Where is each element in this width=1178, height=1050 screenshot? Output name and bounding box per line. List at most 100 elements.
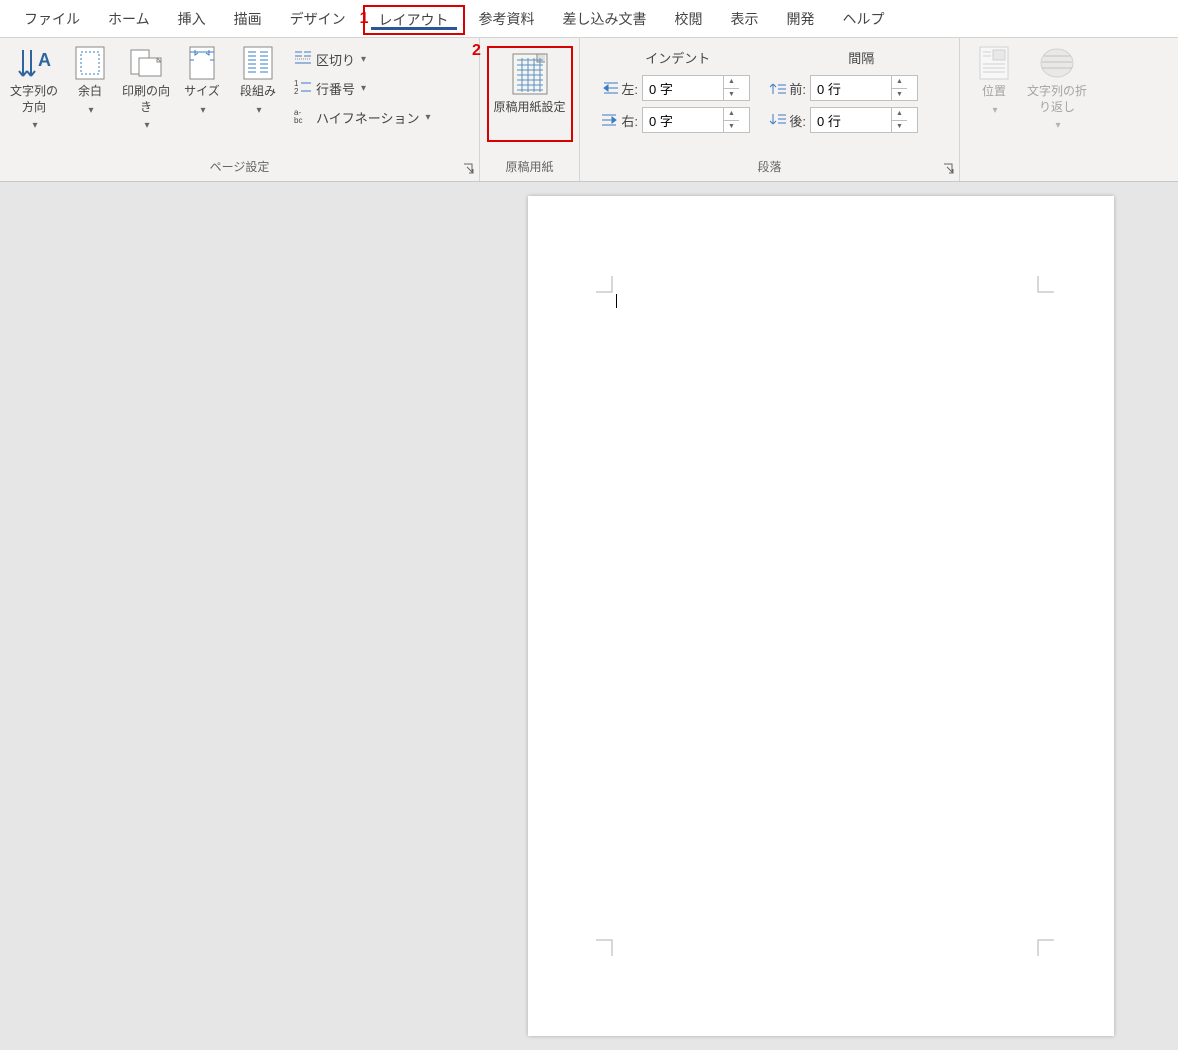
- chevron-down-icon: ▾: [144, 119, 149, 132]
- text-cursor: [616, 294, 617, 308]
- line-numbers-button[interactable]: 12 行番号 ▾: [290, 77, 435, 100]
- indent-left-label: 左:: [586, 79, 638, 98]
- tab-insert[interactable]: 挿入: [164, 0, 220, 37]
- margins-label: 余白: [78, 84, 102, 100]
- spinner-up-icon[interactable]: ▲: [724, 76, 739, 89]
- ribbon: A 文字列の方向 ▾ 余白 ▾ 印刷の向き ▾: [0, 38, 1178, 182]
- dialog-launcher-icon[interactable]: [463, 163, 475, 175]
- indent-right-field[interactable]: [643, 113, 723, 128]
- tab-design[interactable]: デザイン: [276, 0, 360, 37]
- indent-right-input[interactable]: ▲▼: [642, 107, 750, 133]
- text-direction-label: 文字列の方向: [8, 84, 60, 115]
- breaks-icon: [294, 50, 312, 69]
- spinner-up-icon[interactable]: ▲: [724, 108, 739, 121]
- spinner-down-icon[interactable]: ▼: [892, 121, 907, 133]
- indent-right-icon: [601, 113, 619, 127]
- spacing-before-icon: [769, 81, 787, 95]
- group-label-page-setup: ページ設定: [6, 154, 473, 181]
- spinner-down-icon[interactable]: ▼: [724, 89, 739, 101]
- size-button[interactable]: サイズ ▾: [174, 42, 230, 117]
- wrap-text-button: 文字列の折り返し ▾: [1022, 42, 1092, 132]
- hyphenation-button[interactable]: a-bc ハイフネーション ▾: [290, 106, 435, 129]
- tab-help[interactable]: ヘルプ: [829, 0, 899, 37]
- spacing-after-field[interactable]: [811, 113, 891, 128]
- svg-text:A: A: [38, 50, 51, 70]
- spacing-after-input[interactable]: ▲▼: [810, 107, 918, 133]
- spinner-down-icon[interactable]: ▼: [724, 121, 739, 133]
- group-label-genkou: 原稿用紙: [486, 154, 573, 181]
- indent-left-icon: [601, 81, 619, 95]
- line-numbers-icon: 12: [294, 79, 312, 98]
- orientation-button[interactable]: 印刷の向き ▾: [118, 42, 174, 132]
- spinner-down-icon[interactable]: ▼: [892, 89, 907, 101]
- tab-developer[interactable]: 開発: [773, 0, 829, 37]
- tab-file[interactable]: ファイル: [10, 0, 94, 37]
- chevron-down-icon: ▾: [256, 104, 261, 117]
- chevron-down-icon: ▾: [32, 119, 37, 132]
- chevron-down-icon: ▾: [992, 104, 997, 117]
- chevron-down-icon: ▾: [200, 104, 205, 117]
- tab-layout[interactable]: レイアウト: [363, 5, 465, 35]
- breaks-label: 区切り: [316, 50, 355, 69]
- orientation-label: 印刷の向き: [120, 84, 172, 115]
- group-page-setup: A 文字列の方向 ▾ 余白 ▾ 印刷の向き ▾: [0, 38, 480, 181]
- genkou-settings-button[interactable]: 原稿用紙設定: [487, 46, 573, 142]
- size-icon: [185, 46, 219, 80]
- spinner-up-icon[interactable]: ▲: [892, 108, 907, 121]
- line-numbers-label: 行番号: [316, 79, 355, 98]
- tab-mailings[interactable]: 差し込み文書: [549, 0, 661, 37]
- annotation-2: 2: [472, 42, 481, 60]
- wrap-text-label: 文字列の折り返し: [1024, 84, 1090, 115]
- document-page[interactable]: [528, 196, 1114, 1036]
- svg-text:bc: bc: [294, 116, 302, 124]
- indent-left-input[interactable]: ▲▼: [642, 75, 750, 101]
- orientation-icon: [129, 46, 163, 80]
- wrap-text-icon: [1040, 46, 1074, 80]
- genkou-icon: [510, 52, 550, 96]
- group-label-paragraph: 段落: [586, 154, 953, 181]
- spacing-header: 間隔: [776, 48, 946, 67]
- tab-references[interactable]: 参考資料: [465, 0, 549, 37]
- document-canvas[interactable]: [0, 182, 1178, 1050]
- group-genkou: 2 原稿用紙設定 原稿用紙: [480, 38, 580, 181]
- chevron-down-icon: ▾: [425, 112, 430, 123]
- chevron-down-icon: ▾: [361, 83, 366, 94]
- spinner-up-icon[interactable]: ▲: [892, 76, 907, 89]
- hyphenation-icon: a-bc: [294, 108, 312, 127]
- group-arrange: 位置 ▾ 文字列の折り返し ▾: [960, 38, 1178, 181]
- margins-button[interactable]: 余白 ▾: [62, 42, 118, 117]
- spacing-after-icon: [769, 113, 787, 127]
- margin-corner-icon: [1030, 276, 1054, 300]
- margin-corner-icon: [1030, 932, 1054, 956]
- spacing-before-field[interactable]: [811, 81, 891, 96]
- text-direction-icon: A: [17, 46, 51, 80]
- indent-header: インデント: [593, 48, 763, 67]
- position-icon: [977, 46, 1011, 80]
- hyphenation-label: ハイフネーション: [316, 108, 419, 127]
- text-direction-button[interactable]: A 文字列の方向 ▾: [6, 42, 62, 132]
- margins-icon: [73, 46, 107, 80]
- breaks-button[interactable]: 区切り ▾: [290, 48, 435, 71]
- tab-view[interactable]: 表示: [717, 0, 773, 37]
- tab-draw[interactable]: 描画: [220, 0, 276, 37]
- columns-icon: [241, 46, 275, 80]
- chevron-down-icon: ▾: [88, 104, 93, 117]
- margin-corner-icon: [596, 932, 620, 956]
- dialog-launcher-icon[interactable]: [943, 163, 955, 175]
- group-paragraph: インデント 間隔 左: ▲▼ 前: ▲▼: [580, 38, 960, 181]
- genkou-label: 原稿用紙設定: [493, 100, 565, 116]
- spacing-after-label: 後:: [754, 111, 806, 130]
- size-label: サイズ: [184, 84, 220, 100]
- chevron-down-icon: ▾: [1055, 119, 1060, 132]
- chevron-down-icon: ▾: [361, 54, 366, 65]
- spacing-before-label: 前:: [754, 79, 806, 98]
- position-button: 位置 ▾: [966, 42, 1022, 117]
- svg-text:2: 2: [294, 87, 299, 95]
- tab-review[interactable]: 校閲: [661, 0, 717, 37]
- group-label-arrange: [966, 171, 1172, 181]
- columns-button[interactable]: 段組み ▾: [230, 42, 286, 117]
- indent-left-field[interactable]: [643, 81, 723, 96]
- tab-home[interactable]: ホーム: [94, 0, 164, 37]
- spacing-before-input[interactable]: ▲▼: [810, 75, 918, 101]
- indent-right-label: 右:: [586, 111, 638, 130]
